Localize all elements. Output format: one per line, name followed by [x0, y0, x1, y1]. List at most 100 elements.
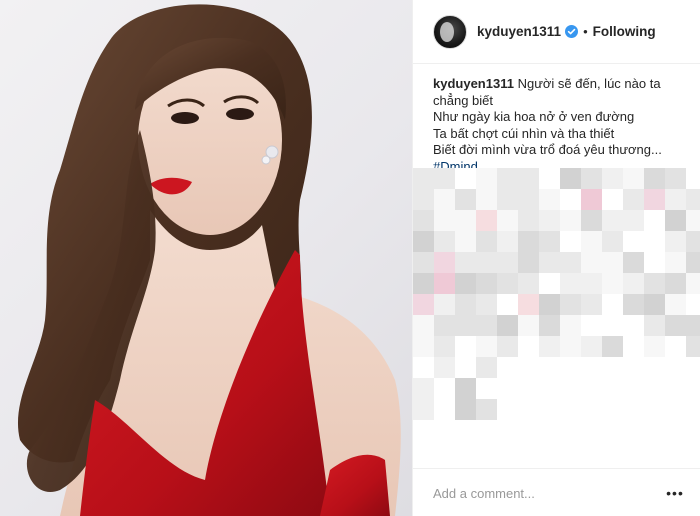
- pixel-block: [644, 378, 665, 399]
- separator-dot: •: [583, 24, 588, 39]
- pixel-block: [539, 336, 560, 357]
- pixel-block: [686, 189, 700, 210]
- comment-bar: •••: [413, 468, 700, 516]
- pixel-block: [518, 294, 539, 315]
- pixel-block: [560, 189, 581, 210]
- pixel-block: [686, 231, 700, 252]
- pixel-block: [413, 210, 434, 231]
- pixel-block: [623, 189, 644, 210]
- pixel-block: [434, 336, 455, 357]
- pixel-block: [665, 315, 686, 336]
- caption-line-2: Như ngày kia hoa nở ở ven đường: [433, 109, 635, 124]
- pixel-block: [476, 231, 497, 252]
- pixel-block: [602, 378, 623, 399]
- pixel-block: [644, 231, 665, 252]
- avatar[interactable]: [433, 14, 467, 49]
- pixel-block: [476, 273, 497, 294]
- pixel-block: [455, 168, 476, 189]
- pixel-block: [623, 378, 644, 399]
- pixel-block: [497, 273, 518, 294]
- pixel-block: [497, 294, 518, 315]
- more-options-icon[interactable]: •••: [665, 483, 685, 503]
- pixel-block: [455, 315, 476, 336]
- pixel-block: [623, 168, 644, 189]
- pixel-block: [623, 315, 644, 336]
- post-header: kyduyen1311 • Following: [413, 0, 700, 64]
- pixel-block: [434, 378, 455, 399]
- pixel-block: [413, 189, 434, 210]
- pixel-block: [539, 294, 560, 315]
- pixel-block: [665, 357, 686, 378]
- caption-line-4: Biết đời mình vừa trổ đoá yêu thương...: [433, 142, 662, 157]
- pixel-block: [497, 399, 518, 420]
- pixel-block: [413, 273, 434, 294]
- pixel-block: [644, 315, 665, 336]
- pixel-block: [413, 357, 434, 378]
- pixelated-comments: [413, 168, 700, 434]
- pixel-block: [497, 210, 518, 231]
- pixel-block: [560, 336, 581, 357]
- pixel-block: [560, 315, 581, 336]
- pixel-block: [665, 294, 686, 315]
- pixel-block: [434, 168, 455, 189]
- pixel-block: [539, 189, 560, 210]
- pixel-block: [413, 252, 434, 273]
- pixel-block: [602, 252, 623, 273]
- caption-username-link[interactable]: kyduyen1311: [433, 76, 514, 91]
- pixel-block: [434, 399, 455, 420]
- pixel-block: [497, 315, 518, 336]
- pixel-block: [476, 357, 497, 378]
- pixel-block: [476, 336, 497, 357]
- pixel-block: [581, 336, 602, 357]
- pixel-block: [665, 210, 686, 231]
- pixel-block: [434, 231, 455, 252]
- pixel-block: [455, 273, 476, 294]
- pixel-block: [581, 357, 602, 378]
- pixel-block: [644, 168, 665, 189]
- pixel-block: [581, 294, 602, 315]
- pixel-block: [602, 315, 623, 336]
- pixel-block: [539, 357, 560, 378]
- pixel-block: [560, 294, 581, 315]
- pixel-block: [602, 168, 623, 189]
- pixel-block: [455, 231, 476, 252]
- pixel-block: [476, 252, 497, 273]
- pixel-block: [497, 378, 518, 399]
- pixel-block: [539, 273, 560, 294]
- pixel-block: [581, 189, 602, 210]
- following-button[interactable]: Following: [593, 24, 656, 39]
- username-link[interactable]: kyduyen1311: [477, 24, 561, 39]
- pixel-block: [644, 399, 665, 420]
- pixel-block: [476, 168, 497, 189]
- pixel-block: [518, 357, 539, 378]
- pixel-block: [518, 315, 539, 336]
- pixel-block: [581, 399, 602, 420]
- pixel-block: [434, 189, 455, 210]
- post-caption: kyduyen1311 Người sẽ đến, lúc nào ta chẳ…: [433, 76, 685, 175]
- pixel-block: [581, 231, 602, 252]
- pixel-block: [665, 252, 686, 273]
- pixel-block: [434, 357, 455, 378]
- pixel-block: [644, 189, 665, 210]
- pixel-block: [476, 189, 497, 210]
- comment-input[interactable]: [433, 481, 653, 505]
- pixel-block: [476, 399, 497, 420]
- pixel-block: [560, 168, 581, 189]
- pixel-block: [497, 168, 518, 189]
- pixel-block: [686, 315, 700, 336]
- pixel-block: [560, 252, 581, 273]
- pixel-block: [665, 189, 686, 210]
- post-photo[interactable]: [0, 0, 412, 516]
- pixel-block: [413, 168, 434, 189]
- pixel-block: [644, 294, 665, 315]
- pixel-block: [602, 189, 623, 210]
- pixel-block: [434, 210, 455, 231]
- pixel-block: [686, 399, 700, 420]
- pixel-block: [665, 399, 686, 420]
- pixel-block: [581, 252, 602, 273]
- pixel-block: [518, 399, 539, 420]
- pixel-block: [518, 168, 539, 189]
- pixel-block: [581, 168, 602, 189]
- pixel-block: [644, 252, 665, 273]
- pixel-block: [602, 210, 623, 231]
